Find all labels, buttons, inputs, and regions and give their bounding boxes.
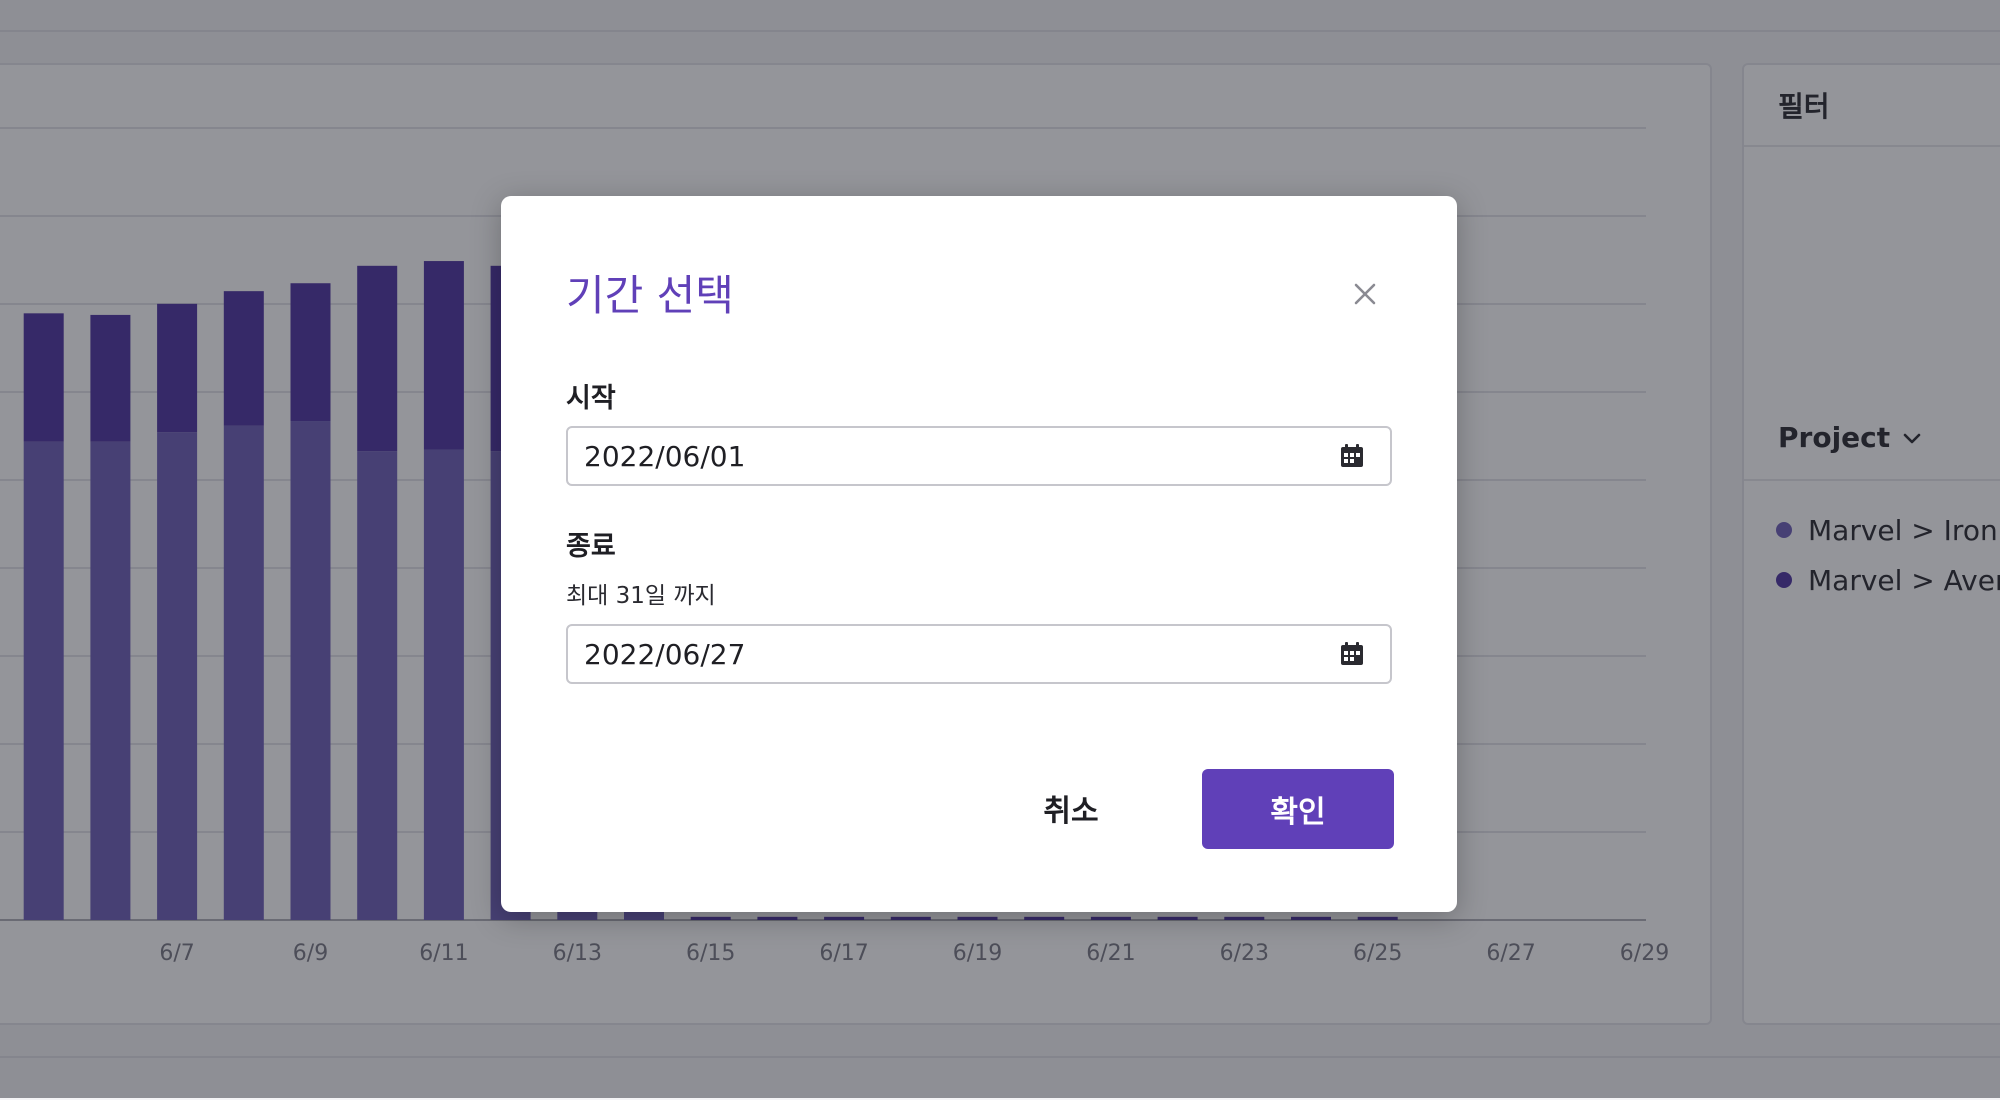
calendar-icon[interactable] [1338, 640, 1366, 668]
end-date-field[interactable] [566, 624, 1392, 684]
modal-title: 기간 선택 [566, 271, 734, 320]
calendar-icon[interactable] [1338, 442, 1366, 470]
start-date-input[interactable] [584, 439, 1338, 473]
end-help-text: 최대 31일 까지 [566, 583, 716, 609]
end-date-input[interactable] [584, 637, 1338, 671]
close-icon[interactable] [1349, 278, 1381, 310]
end-label: 종료 [566, 531, 616, 562]
cancel-button[interactable]: 취소 [971, 768, 1171, 848]
start-label: 시작 [566, 383, 616, 414]
date-range-modal: 기간 선택 시작 종료 최대 31일 까지 [501, 196, 1457, 912]
start-date-field[interactable] [566, 426, 1392, 486]
confirm-button[interactable]: 확인 [1202, 769, 1394, 849]
